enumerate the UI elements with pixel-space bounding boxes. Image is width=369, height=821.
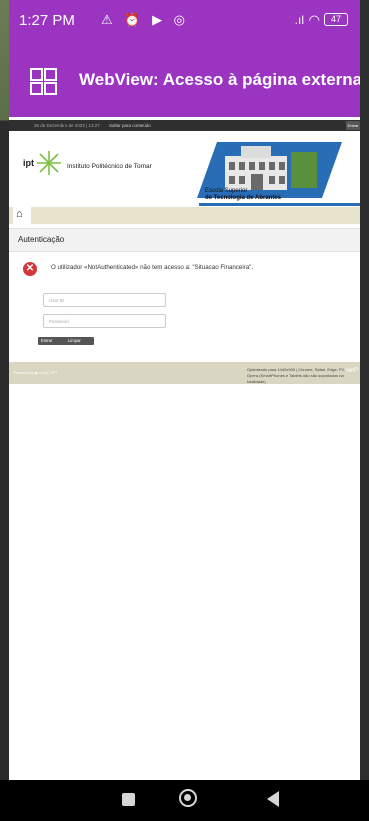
clear-button[interactable]: Limpar — [65, 337, 94, 345]
app-title: WebView: Acesso à página externa. — [79, 70, 360, 89]
powered-by: Powered by ▶ netQ | IPT — [13, 370, 58, 375]
home-icon: ⌂ — [16, 208, 23, 220]
error-message: O utilizador «NotAuthenticated» não tem … — [51, 264, 254, 271]
android-nav-bar — [0, 780, 369, 821]
site-date: 26 de Dezembro de 2023 | 13:27 — [34, 123, 100, 128]
wifi-icon: ◠ — [308, 12, 320, 27]
signal-icon: .ıl — [294, 13, 304, 27]
error-icon: ✕ — [23, 262, 37, 276]
school-line-2: de Tecnologia de Abrantes — [205, 195, 282, 201]
status-time: 1:27 PM — [19, 12, 75, 29]
phone-screen: 1:27 PM ⚠ ⏰ ▶ ◎ .ıl ◠ 47 WebView: Acesso… — [9, 0, 360, 821]
background-edge-left — [0, 0, 9, 821]
enter-button[interactable]: Entrar — [38, 337, 67, 345]
battery-icon: 47 — [324, 13, 348, 26]
footer-brand: netP — [345, 368, 358, 374]
back-icon[interactable] — [267, 791, 279, 807]
site-banner: ipt Instituto Politécnico de Tomar Escol… — [9, 132, 360, 207]
background-edge-right — [360, 0, 369, 821]
school-name: Escola Superior de Tecnologia de Abrante… — [205, 188, 281, 202]
ipt-logo: ipt — [23, 158, 34, 168]
site-footer: Powered by ▶ netQ | IPT Optimizado para … — [9, 362, 360, 384]
recents-icon[interactable] — [122, 793, 135, 806]
password-input[interactable]: Password — [43, 314, 166, 328]
school-line-1: Escola Superior — [205, 188, 248, 194]
notification-icons: ⚠ ⏰ ▶ ◎ — [101, 12, 190, 27]
browser-support-note: Optimizado para 1440x900 | Chrome, Safar… — [247, 367, 346, 384]
section-title: Autenticação — [18, 235, 65, 244]
home-tab[interactable]: ⌂ — [13, 207, 31, 224]
banner-divider — [199, 203, 360, 206]
home-button-icon[interactable] — [179, 789, 197, 807]
login-link[interactable]: Entrar — [346, 121, 360, 130]
grid-icon[interactable] — [30, 68, 57, 95]
ipt-star-icon — [37, 151, 61, 175]
app-bar: WebView: Acesso à página externa. — [9, 42, 360, 117]
user-id-input[interactable]: User ID — [43, 293, 166, 307]
skip-to-content-link[interactable]: Saltar para conteúdo — [109, 120, 151, 131]
site-nav: ⌂ — [9, 207, 360, 224]
status-bar: 1:27 PM ⚠ ⏰ ▶ ◎ .ıl ◠ 47 — [9, 0, 360, 42]
auth-section-header: Autenticação — [9, 228, 360, 252]
institute-name: Instituto Politécnico de Tomar — [67, 163, 152, 170]
